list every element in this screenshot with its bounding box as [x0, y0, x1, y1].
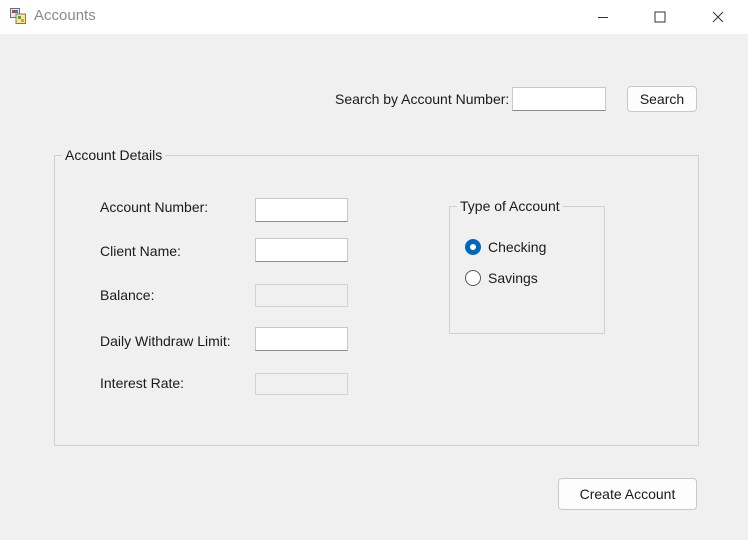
client-name-label: Client Name: [100, 243, 181, 259]
close-button[interactable] [695, 0, 741, 34]
create-account-button[interactable]: Create Account [558, 478, 697, 510]
account-number-label: Account Number: [100, 199, 209, 215]
radio-checking-label: Checking [488, 239, 547, 255]
balance-label: Balance: [100, 287, 155, 303]
account-type-group-title: Type of Account [457, 198, 563, 214]
account-details-group-title: Account Details [62, 147, 166, 163]
radio-checking[interactable]: Checking [465, 239, 546, 255]
radio-savings-indicator[interactable] [465, 270, 481, 286]
title-bar[interactable]: Accounts [0, 0, 748, 34]
client-name-input[interactable] [255, 238, 348, 262]
radio-savings[interactable]: Savings [465, 270, 538, 286]
accounts-window: Accounts Search by Account Number: Searc… [0, 0, 748, 540]
radio-checking-indicator[interactable] [465, 239, 481, 255]
maximize-icon [654, 11, 666, 23]
daily-withdraw-limit-label: Daily Withdraw Limit: [100, 333, 231, 349]
search-button[interactable]: Search [627, 86, 697, 112]
close-icon [712, 11, 724, 23]
interest-rate-label: Interest Rate: [100, 375, 185, 391]
balance-field [255, 284, 348, 307]
search-label: Search by Account Number: [335, 91, 510, 107]
window-title: Accounts [34, 7, 96, 24]
account-number-input[interactable] [255, 198, 348, 222]
minimize-icon [598, 17, 608, 18]
daily-withdraw-limit-input[interactable] [255, 327, 348, 351]
minimize-button[interactable] [580, 0, 626, 34]
interest-rate-field [255, 373, 348, 395]
maximize-button[interactable] [637, 0, 683, 34]
radio-savings-label: Savings [488, 270, 538, 286]
search-account-number-input[interactable] [512, 87, 606, 111]
accounts-app-icon [10, 8, 26, 24]
